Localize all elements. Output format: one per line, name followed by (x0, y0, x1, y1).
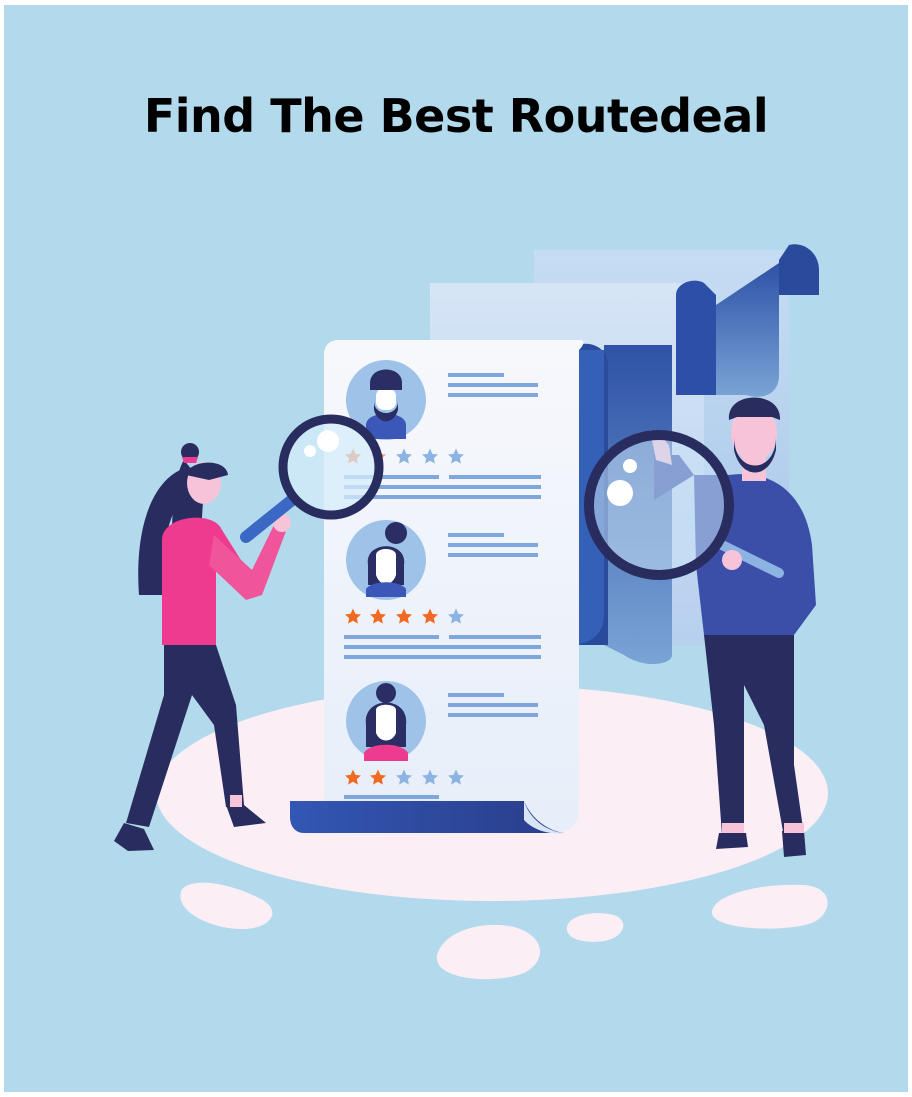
review-search-illustration (114, 244, 828, 980)
review-scroll (290, 340, 608, 834)
page-frame: Find The Best Routedeal (4, 5, 908, 1092)
woman-in-pink-avatar-icon (346, 681, 426, 761)
woman-with-bun-avatar-icon (346, 520, 426, 600)
